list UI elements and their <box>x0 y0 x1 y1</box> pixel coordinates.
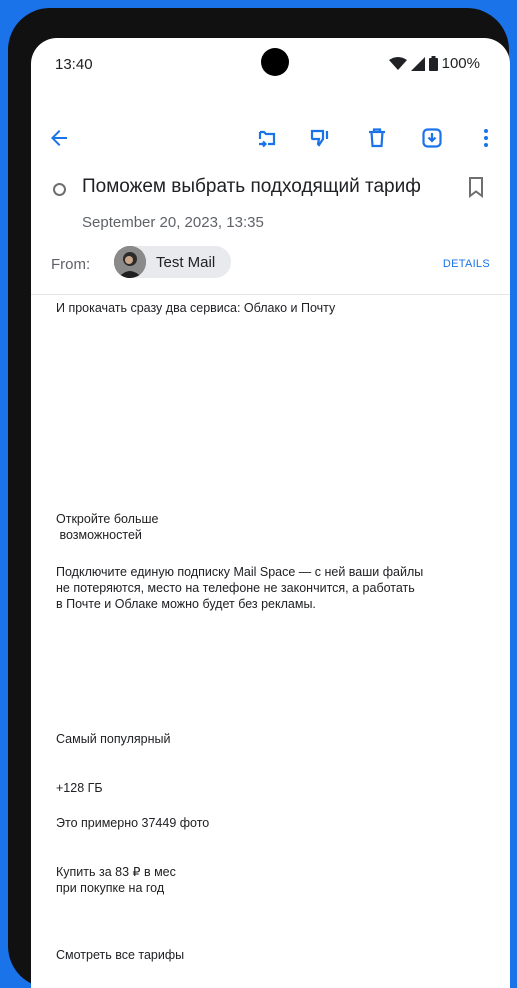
body-paragraph-line2: не потеряются, место на телефоне не зако… <box>56 581 415 595</box>
photos-label: Это примерно 37449 фото <box>56 816 210 830</box>
from-label: From: <box>51 256 91 273</box>
subject-row: Поможем выбрать подходящий тариф <box>31 172 510 206</box>
archive-download-icon <box>422 128 442 148</box>
battery-icon <box>428 56 438 71</box>
email-subject: Поможем выбрать подходящий тариф <box>82 176 421 197</box>
buy-link-line2[interactable]: при покупке на год <box>56 880 164 896</box>
details-link[interactable]: DETAILS <box>443 258 490 270</box>
email-date: September 20, 2023, 13:35 <box>82 214 264 231</box>
wifi-icon <box>388 56 407 70</box>
back-arrow-icon <box>51 130 67 146</box>
buy-link-line1[interactable]: Купить за 83 ₽ в мес <box>56 864 176 880</box>
phone-frame: 13:40 100% Поможем выбрать подходящий та… <box>8 8 510 988</box>
status-time: 13:40 <box>55 56 93 73</box>
sender-chip[interactable]: Test Mail <box>114 246 232 278</box>
move-to-icon <box>258 130 276 148</box>
sender-avatar <box>114 246 146 278</box>
archive-button[interactable] <box>414 120 450 156</box>
body-heading-line2: возможностей <box>56 528 142 542</box>
all-plans-link[interactable]: Смотреть все тарифы <box>56 947 184 963</box>
battery-percent: 100% <box>441 55 480 72</box>
screen: 13:40 100% Поможем выбрать подходящий та… <box>31 38 510 988</box>
popular-label: Самый популярный <box>56 732 171 746</box>
camera-cutout <box>261 48 289 76</box>
header-divider <box>31 294 510 295</box>
back-button[interactable] <box>41 120 77 156</box>
more-options-button[interactable] <box>468 120 504 156</box>
signal-icon <box>410 56 425 71</box>
status-icons: 100% <box>388 55 480 72</box>
email-toolbar <box>31 120 510 160</box>
storage-label: +128 ГБ <box>56 781 103 795</box>
trash-icon <box>369 128 385 148</box>
body-intro: И прокачать сразу два сервиса: Облако и … <box>56 301 336 315</box>
dislike-button[interactable] <box>302 120 338 156</box>
dislike-icon <box>310 129 329 147</box>
status-bar: 13:40 100% <box>31 38 510 92</box>
more-vert-icon <box>484 129 488 147</box>
body-heading-line1: Откройте больше <box>56 512 159 526</box>
body-paragraph-line3: в Почте и Облаке можно будет без рекламы… <box>56 597 316 611</box>
unread-indicator-icon[interactable] <box>53 183 66 196</box>
delete-button[interactable] <box>359 120 395 156</box>
body-paragraph-line1: Подключите единую подписку Mail Space — … <box>56 565 424 579</box>
from-row: From: Test Mail DETAILS <box>31 246 510 282</box>
sender-name: Test Mail <box>156 253 216 271</box>
bookmark-icon[interactable] <box>465 175 487 199</box>
move-to-button[interactable] <box>249 120 285 156</box>
